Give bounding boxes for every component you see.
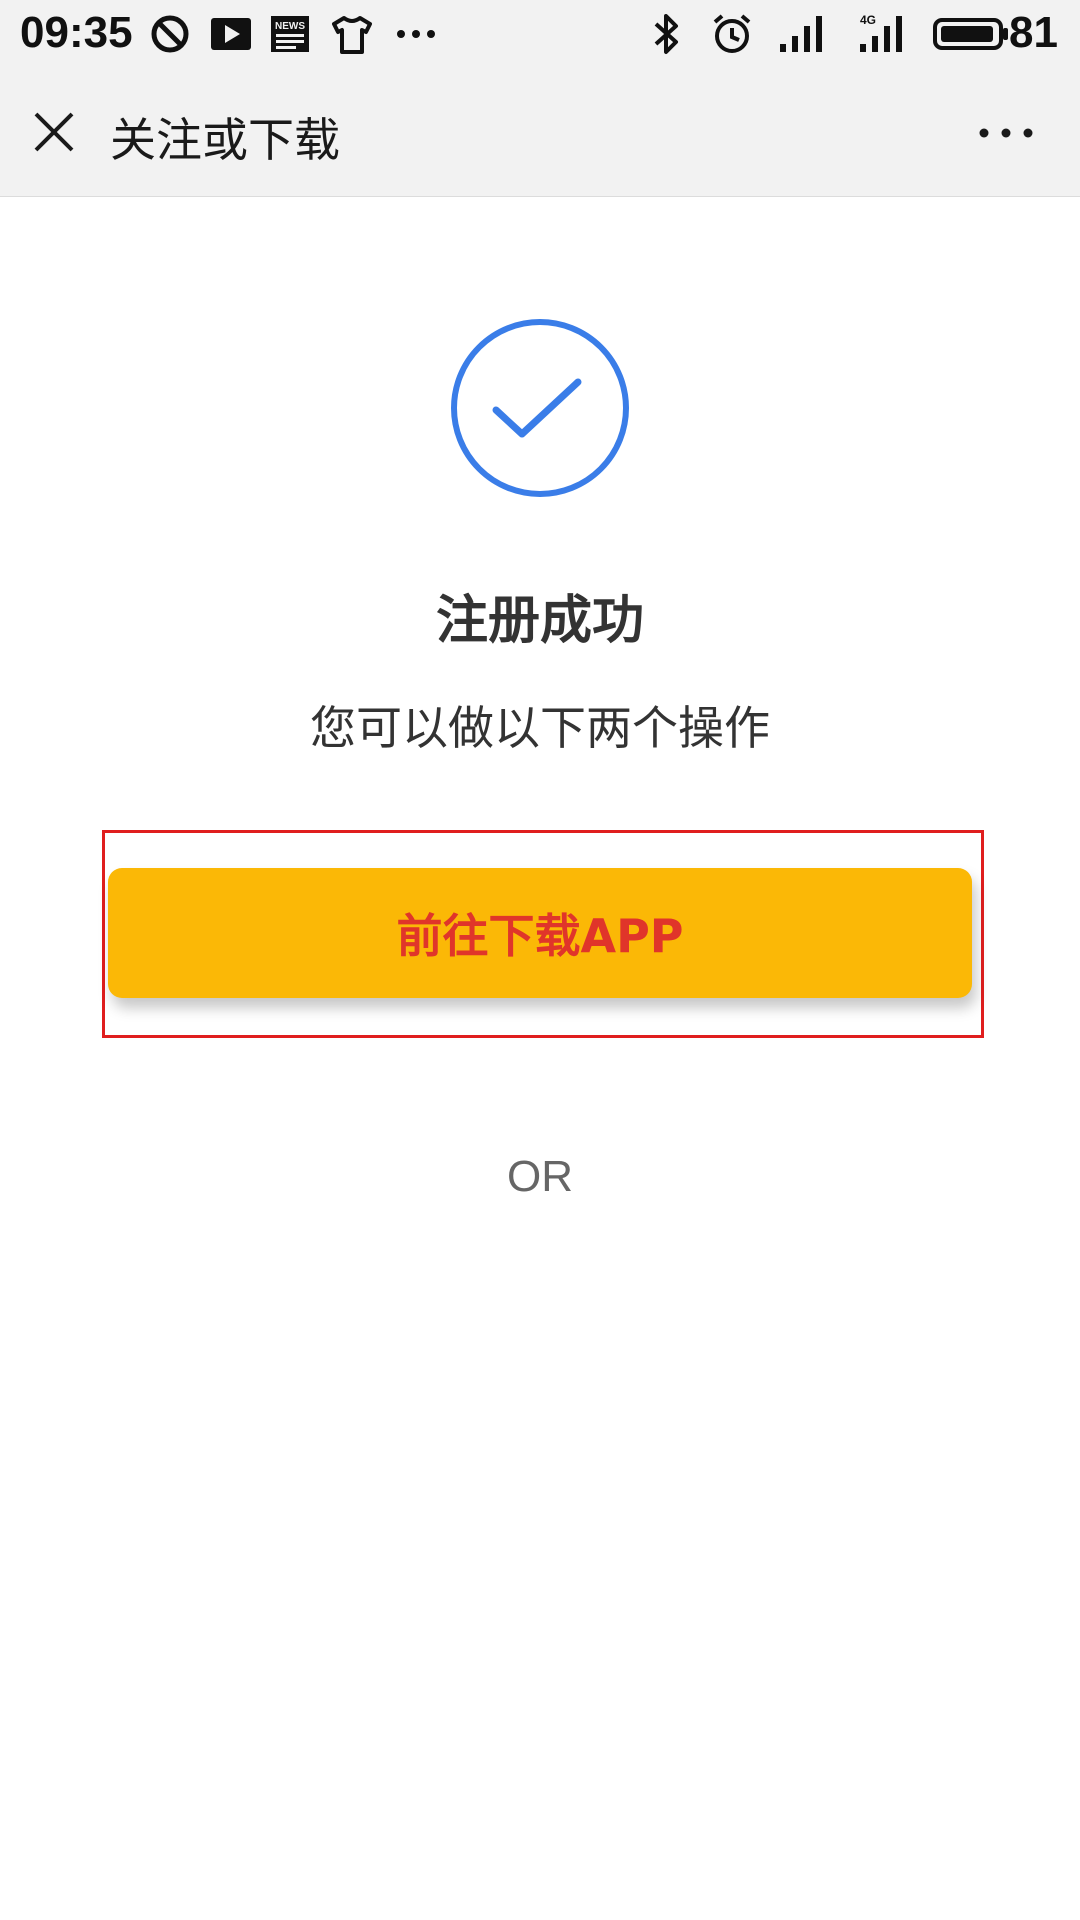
svg-text:4G: 4G bbox=[860, 13, 876, 27]
download-app-button[interactable]: 前往下载APP bbox=[108, 868, 972, 998]
page-title: 关注或下载 bbox=[110, 113, 340, 167]
status-bar: 09:35 NEWS 4G 81 bbox=[0, 0, 1080, 68]
status-time: 09:35 bbox=[20, 8, 133, 57]
success-subtitle: 您可以做以下两个操作 bbox=[310, 701, 770, 755]
or-divider-text: OR bbox=[507, 1152, 573, 1201]
battery-percentage: 81 bbox=[1009, 8, 1058, 57]
nav-bar: 关注或下载 bbox=[0, 68, 1080, 197]
success-check-icon bbox=[451, 319, 629, 497]
success-title: 注册成功 bbox=[435, 591, 644, 651]
alarm-icon bbox=[713, 14, 751, 53]
bluetooth-icon bbox=[654, 14, 678, 54]
no-disturb-icon bbox=[151, 15, 189, 53]
news-icon: NEWS bbox=[271, 16, 309, 52]
more-notifications-icon bbox=[397, 30, 435, 38]
battery-icon bbox=[933, 18, 1008, 50]
close-icon[interactable] bbox=[30, 108, 78, 156]
shirt-icon bbox=[332, 16, 372, 54]
signal-icon bbox=[780, 16, 822, 52]
svg-text:NEWS: NEWS bbox=[275, 21, 305, 32]
signal-4g-icon: 4G bbox=[860, 13, 902, 52]
video-play-icon bbox=[211, 18, 251, 50]
more-icon[interactable] bbox=[978, 126, 1034, 140]
